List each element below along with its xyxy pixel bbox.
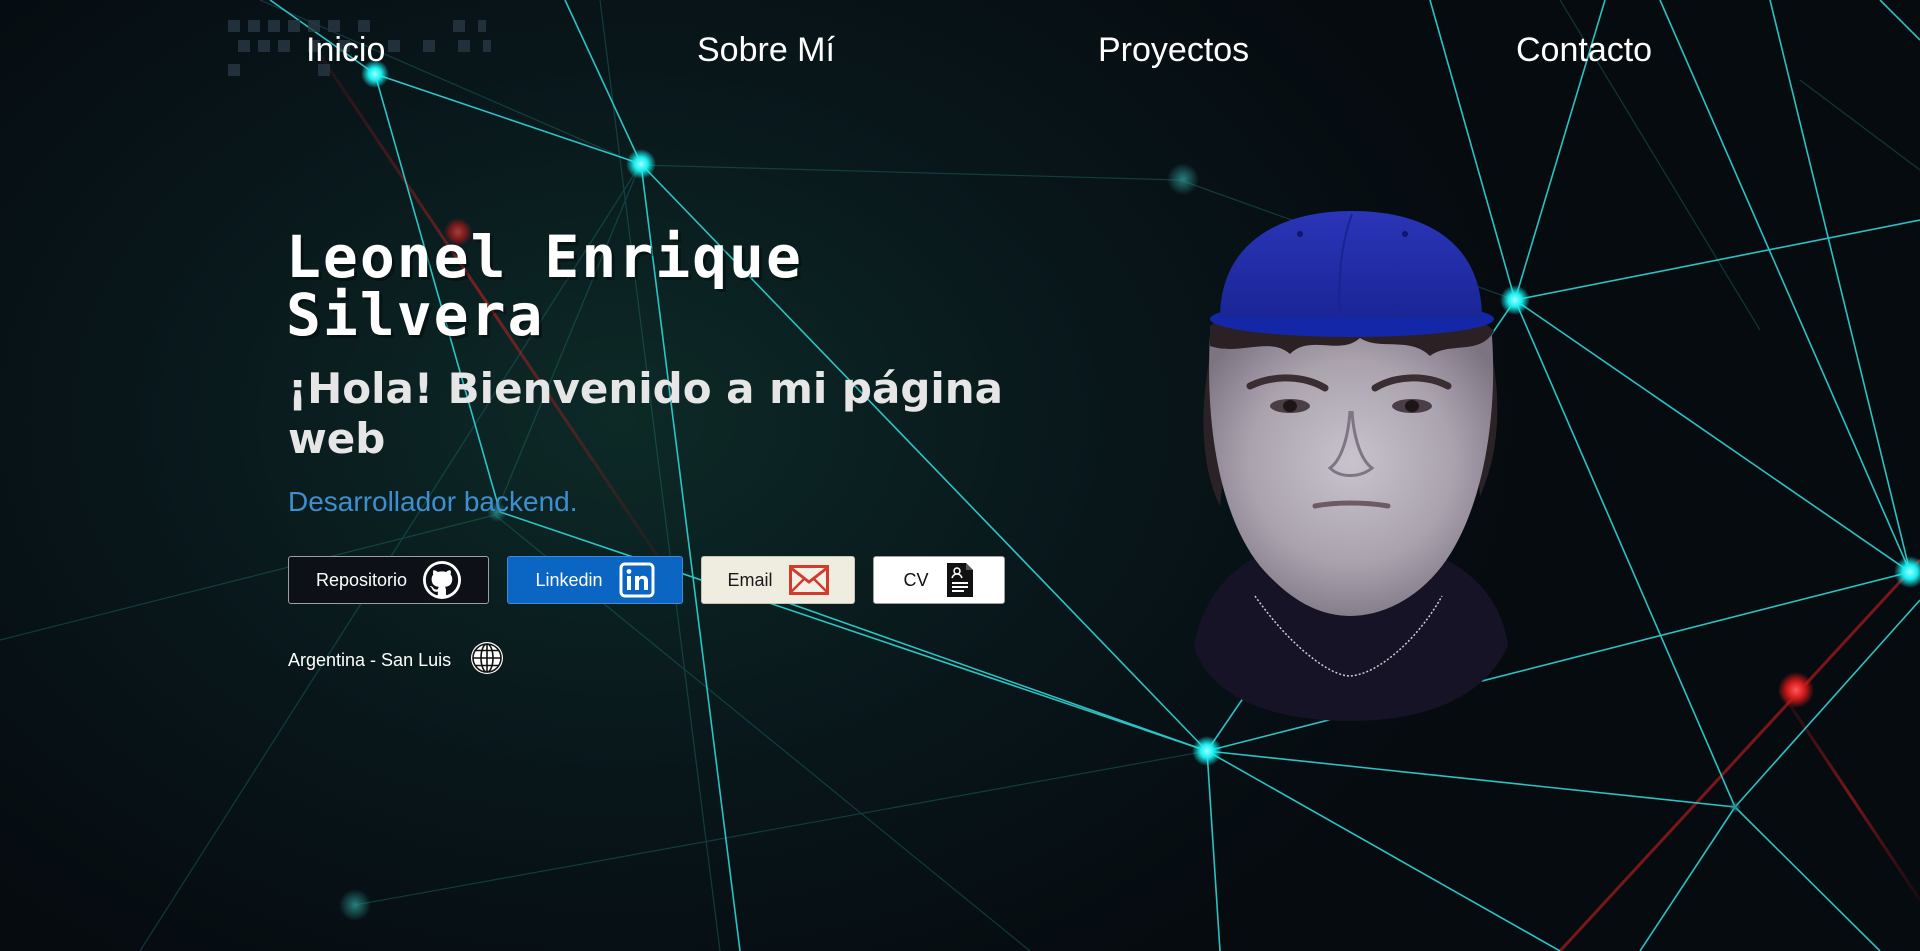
location-label: Argentina - San Luis [288, 650, 452, 670]
cv-button[interactable]: CV [873, 556, 1005, 604]
top-nav: Inicio Sobre Mí Proyectos Contacto [0, 26, 1920, 76]
page: Inicio Sobre Mí Proyectos Contacto Leone… [0, 0, 1920, 951]
hero-name: Leonel Enrique Silvera [286, 223, 803, 349]
network-background [0, 0, 1920, 951]
globe-icon [469, 640, 505, 681]
hero-greeting: ¡Hola! Bienvenido a mi página web [288, 364, 1004, 463]
email-button[interactable]: Email [701, 556, 855, 604]
repository-button-label: Repositorio [315, 569, 408, 590]
linkedin-button-label: Linkedin [535, 569, 603, 590]
cv-button-label: CV [903, 569, 929, 590]
nav-proyectos[interactable]: Proyectos [1098, 26, 1249, 74]
nav-contacto[interactable]: Contacto [1516, 26, 1652, 74]
linkedin-button[interactable]: Linkedin [507, 556, 683, 604]
hero-role: Desarrollador backend. [288, 486, 578, 517]
nav-inicio[interactable]: Inicio [306, 26, 385, 74]
github-icon [423, 561, 462, 599]
repository-button[interactable]: Repositorio [288, 556, 489, 604]
document-icon [945, 561, 975, 599]
avatar [1194, 211, 1508, 721]
location: Argentina - San Luis [288, 640, 505, 681]
email-button-label: Email [727, 569, 773, 590]
linkedin-icon [619, 562, 655, 598]
mail-icon [788, 565, 829, 595]
nav-sobre-mi[interactable]: Sobre Mí [697, 26, 835, 74]
